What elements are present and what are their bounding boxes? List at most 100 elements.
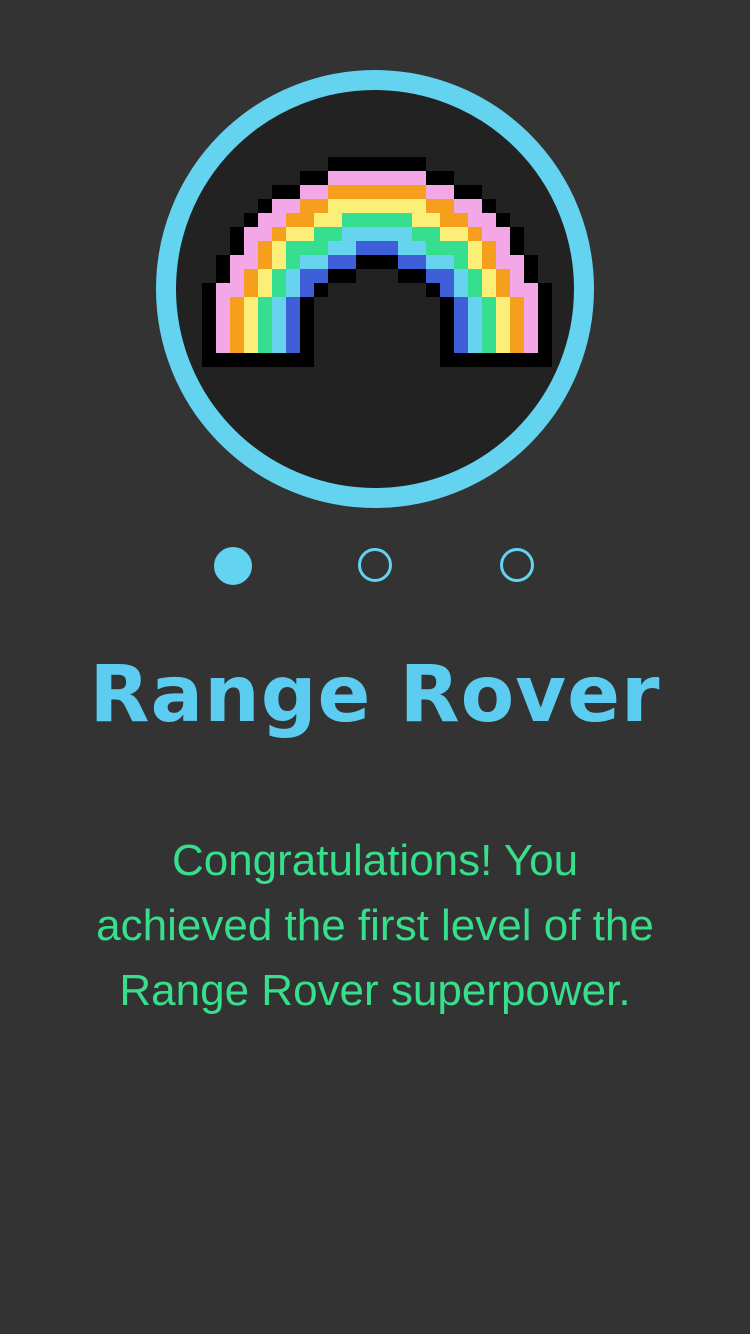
rainbow-pixel [328, 185, 342, 199]
rainbow-pixel [272, 283, 286, 297]
rainbow-pixel [454, 255, 468, 269]
rainbow-pixel [496, 269, 510, 283]
rainbow-pixel [370, 199, 384, 213]
rainbow-pixel [454, 353, 468, 367]
rainbow-pixel [412, 171, 426, 185]
page-dot-3[interactable] [500, 548, 534, 582]
rainbow-pixel [342, 241, 356, 255]
rainbow-pixel [482, 255, 496, 269]
rainbow-pixel [356, 241, 370, 255]
rainbow-pixel [384, 171, 398, 185]
rainbow-pixel [524, 325, 538, 339]
rainbow-pixel [468, 311, 482, 325]
rainbow-pixel [314, 269, 328, 283]
rainbow-pixel [468, 339, 482, 353]
page-dot-1[interactable] [214, 547, 252, 585]
rainbow-pixel [426, 199, 440, 213]
rainbow-pixel [258, 213, 272, 227]
rainbow-pixel [328, 199, 342, 213]
rainbow-pixel [328, 213, 342, 227]
rainbow-pixel [510, 269, 524, 283]
rainbow-pixel [244, 297, 258, 311]
rainbow-pixel [300, 353, 314, 367]
rainbow-pixel [412, 157, 426, 171]
rainbow-pixel [202, 325, 216, 339]
rainbow-pixel [356, 171, 370, 185]
rainbow-pixel [272, 311, 286, 325]
page-dot-2[interactable] [358, 548, 392, 582]
rainbow-pixel [384, 199, 398, 213]
rainbow-pixel [272, 227, 286, 241]
rainbow-pixel [426, 283, 440, 297]
rainbow-pixel [258, 283, 272, 297]
rainbow-pixel [482, 325, 496, 339]
rainbow-pixel [510, 241, 524, 255]
rainbow-pixel [496, 227, 510, 241]
rainbow-pixel [496, 311, 510, 325]
rainbow-pixel [286, 199, 300, 213]
rainbow-pixel [244, 311, 258, 325]
rainbow-pixel [286, 297, 300, 311]
rainbow-pixel [384, 157, 398, 171]
rainbow-pixel [328, 255, 342, 269]
rainbow-pixel [412, 199, 426, 213]
rainbow-pixel [440, 227, 454, 241]
rainbow-pixel [272, 325, 286, 339]
rainbow-pixel [272, 269, 286, 283]
rainbow-pixel [356, 227, 370, 241]
rainbow-pixel [258, 255, 272, 269]
rainbow-pixel [300, 213, 314, 227]
rainbow-pixel [328, 171, 342, 185]
rainbow-pixel [510, 311, 524, 325]
rainbow-pixel [454, 325, 468, 339]
superpower-title: Range Rover [89, 650, 661, 740]
rainbow-pixel [412, 185, 426, 199]
rainbow-pixel [356, 213, 370, 227]
rainbow-pixel [300, 269, 314, 283]
rainbow-pixel [398, 255, 412, 269]
rainbow-pixel [454, 241, 468, 255]
rainbow-pixel [440, 283, 454, 297]
rainbow-pixel [482, 297, 496, 311]
rainbow-pixel [230, 297, 244, 311]
rainbow-pixel [244, 269, 258, 283]
rainbow-pixel [258, 311, 272, 325]
rainbow-pixel [230, 339, 244, 353]
rainbow-pixel [496, 297, 510, 311]
rainbow-pixel [202, 283, 216, 297]
rainbow-pixel [300, 199, 314, 213]
congratulations-message: Congratulations! You achieved the first … [96, 836, 654, 1015]
rainbow-pixel [398, 241, 412, 255]
rainbow-pixel [342, 227, 356, 241]
rainbow-pixel [398, 213, 412, 227]
rainbow-pixel [384, 185, 398, 199]
rainbow-pixel [342, 185, 356, 199]
rainbow-pixel [286, 353, 300, 367]
rainbow-pixel [202, 297, 216, 311]
rainbow-pixel [426, 185, 440, 199]
rainbow-pixel [440, 339, 454, 353]
rainbow-pixel [258, 325, 272, 339]
rainbow-pixel [412, 241, 426, 255]
rainbow-pixel [468, 241, 482, 255]
rainbow-pixel [286, 325, 300, 339]
rainbow-pixel [538, 283, 552, 297]
rainbow-pixel [538, 311, 552, 325]
rainbow-pixel [202, 311, 216, 325]
rainbow-pixel [440, 241, 454, 255]
rainbow-pixel [370, 227, 384, 241]
rainbow-pixel [356, 199, 370, 213]
rainbow-pixel [300, 255, 314, 269]
rainbow-pixel [412, 213, 426, 227]
rainbow-pixel [300, 227, 314, 241]
rainbow-pixel [272, 339, 286, 353]
rainbow-pixel [314, 227, 328, 241]
rainbow-pixel [230, 269, 244, 283]
rainbow-pixel [286, 255, 300, 269]
rainbow-pixel [300, 171, 314, 185]
rainbow-pixel [412, 269, 426, 283]
rainbow-pixel [538, 353, 552, 367]
rainbow-pixel [272, 199, 286, 213]
rainbow-pixel [482, 339, 496, 353]
rainbow-pixel [538, 339, 552, 353]
